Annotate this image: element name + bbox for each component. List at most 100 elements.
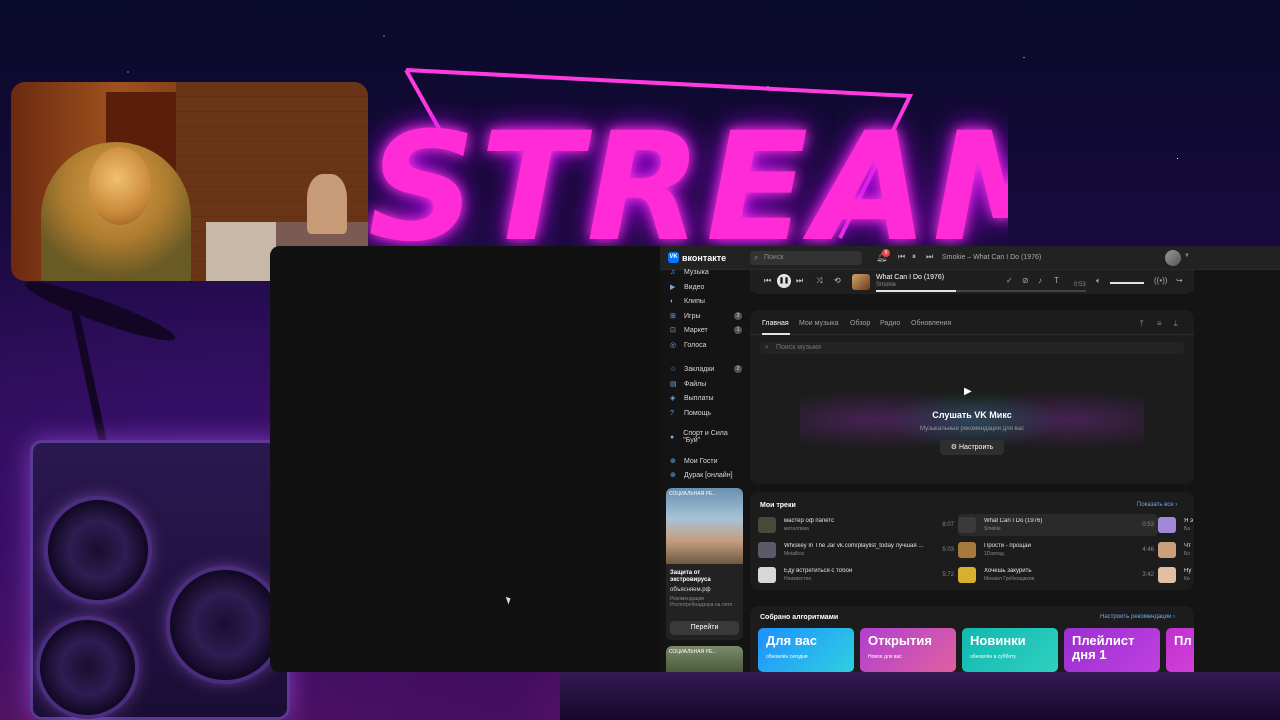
playlist-add-icon[interactable]: ≡ bbox=[1157, 319, 1162, 328]
ad-go-button[interactable]: Перейти bbox=[670, 621, 739, 635]
repeat-icon[interactable]: ⟲ bbox=[834, 276, 841, 285]
my-tracks-section: Мои треки Показать все › мастер оф папет… bbox=[750, 492, 1194, 590]
sidebar-item[interactable]: ◎ Голоса bbox=[670, 339, 707, 351]
sidebar-item[interactable]: ☆ Закладки bbox=[670, 363, 714, 375]
market-icon: ⊡ bbox=[670, 327, 676, 334]
track-artist[interactable]: Бо bbox=[1184, 551, 1190, 557]
track-artist[interactable]: Михаил Гребенщиков bbox=[984, 576, 1034, 582]
playlist-tile-title: Плейлист дня 1 bbox=[1072, 633, 1135, 662]
upload-icon[interactable]: ⤒ bbox=[1140, 319, 1144, 329]
track-row[interactable]: Чт Бо bbox=[1158, 539, 1194, 561]
share-icon[interactable]: ↪ bbox=[1176, 276, 1183, 285]
download-icon[interactable]: ⤓ bbox=[1174, 319, 1178, 329]
music-note-icon[interactable]: ♪ bbox=[1038, 276, 1042, 285]
configure-recommendations-link[interactable]: Настроить рекомендации › bbox=[1100, 614, 1175, 620]
track-duration: 0:53 bbox=[1142, 522, 1154, 528]
user-avatar[interactable] bbox=[1165, 250, 1181, 266]
sidebar-item[interactable]: ◐ Клипы bbox=[670, 295, 705, 307]
player-track-artist[interactable]: Smokie bbox=[876, 282, 896, 288]
playlist-tile[interactable]: Плейлист дня 1 bbox=[1064, 628, 1160, 672]
vk-mix-title[interactable]: Слушать VK Микс bbox=[750, 410, 1194, 420]
playlist-tile-subtitle: обновлён сегодня bbox=[766, 654, 808, 660]
tab-main[interactable]: Главная bbox=[762, 320, 789, 327]
broadcast-icon[interactable]: ((•)) bbox=[1154, 276, 1167, 285]
active-tab-indicator bbox=[762, 333, 790, 335]
lyrics-icon[interactable]: T bbox=[1054, 276, 1059, 285]
sidebar-item[interactable]: ⊡ Маркет bbox=[670, 324, 708, 336]
track-row[interactable]: Whiskey In The Jar vk.com/playlist_today… bbox=[758, 539, 958, 561]
sidebar-item[interactable]: ▶ Видео bbox=[670, 281, 704, 293]
volume-slider[interactable] bbox=[1110, 282, 1144, 284]
track-row[interactable]: Прости - прощай 1Doкпад 4:46 bbox=[958, 539, 1158, 561]
dislike-icon[interactable]: ⊘ bbox=[1022, 276, 1029, 285]
track-artist[interactable]: Metallica bbox=[784, 551, 804, 557]
track-artist[interactable]: Ки bbox=[1184, 576, 1190, 582]
vk-logo-icon: VK bbox=[668, 252, 679, 263]
track-row[interactable]: Хочешь закурить Михаил Гребенщиков 3:42 bbox=[958, 564, 1158, 586]
vk-logo[interactable]: VK вконтакте bbox=[668, 252, 726, 263]
track-artist[interactable]: 1Doкпад bbox=[984, 551, 1004, 557]
track-row[interactable]: Еду встретиться с тобой Неизвестен 5:72 bbox=[758, 564, 958, 586]
tab-radio[interactable]: Радио bbox=[880, 320, 900, 327]
prev-track-icon[interactable]: ⏮ bbox=[898, 252, 905, 262]
header-now-playing[interactable]: Smokie – What Can I Do (1976) bbox=[942, 254, 1041, 261]
playlist-tile[interactable]: Открытия Новое для вас bbox=[860, 628, 956, 672]
person-head bbox=[89, 147, 151, 225]
playlist-tile[interactable]: Для вас обновлён сегодня bbox=[758, 628, 854, 672]
track-artist[interactable]: металлика bbox=[784, 526, 809, 532]
track-title: мастер оф папетс bbox=[784, 518, 835, 524]
next-track-icon[interactable]: ⏭ bbox=[926, 252, 933, 262]
add-check-icon[interactable]: ✓ bbox=[1006, 276, 1013, 285]
ad-title: Защита от экстровируса bbox=[670, 570, 711, 583]
track-artist[interactable]: Smokie bbox=[984, 526, 1001, 532]
sidebar-item[interactable]: ◈ Выплаты bbox=[670, 392, 714, 404]
tab-updates[interactable]: Обновления bbox=[911, 320, 951, 327]
track-row[interactable]: мастер оф папетс металлика 8:07 bbox=[758, 514, 958, 536]
track-row[interactable]: What Can I Do (1976) Smokie 0:53 bbox=[958, 514, 1158, 536]
music-search-input[interactable]: ⌕ Поиск музыки bbox=[760, 342, 1184, 354]
pause-button[interactable]: ❚❚ bbox=[777, 274, 791, 288]
ad-tag: СОЦИАЛЬНАЯ РЕ... bbox=[669, 491, 717, 497]
ad-banner-second[interactable]: СОЦИАЛЬНАЯ РЕ... bbox=[666, 646, 743, 672]
games-icon: ⊞ bbox=[670, 313, 676, 320]
volume-icon[interactable]: 🔈︎ bbox=[1096, 276, 1101, 286]
sidebar-item-label: Маркет bbox=[684, 326, 708, 334]
sidebar-item[interactable]: ▤ Файлы bbox=[670, 378, 706, 390]
pause-icon[interactable]: ⏸ bbox=[912, 252, 916, 262]
prev-track-icon[interactable]: ⏮ bbox=[764, 276, 771, 286]
playlist-tile-subtitle: обновлён в субботу bbox=[970, 654, 1016, 660]
search-placeholder: Поиск bbox=[764, 254, 784, 261]
sidebar-item[interactable]: ⊕ Мои Гости bbox=[670, 455, 718, 467]
sidebar-item[interactable]: ♫ Музыка bbox=[670, 266, 709, 278]
chevron-down-icon[interactable]: ▼ bbox=[1184, 253, 1190, 259]
playlist-tile[interactable]: Новинки обновлён в субботу bbox=[962, 628, 1058, 672]
sidebar-item[interactable]: ? Помощь bbox=[670, 407, 711, 419]
play-icon[interactable]: ▶ bbox=[964, 386, 972, 397]
stream-banner-text: STREAM bbox=[368, 101, 1008, 248]
track-row[interactable]: Я э Ба bbox=[1158, 514, 1194, 536]
playlist-tile[interactable]: Пл дн bbox=[1166, 628, 1194, 672]
speaker-graphic bbox=[40, 620, 135, 715]
show-all-link[interactable]: Показать все › bbox=[1137, 502, 1177, 508]
track-artist[interactable]: Ба bbox=[1184, 526, 1190, 532]
progress-bar[interactable] bbox=[876, 290, 1086, 292]
tab-my-music[interactable]: Мои музыка bbox=[799, 320, 838, 327]
track-row[interactable]: Ну Ки bbox=[1158, 564, 1194, 586]
ad-banner[interactable]: СОЦИАЛЬНАЯ РЕ... Защита от экстровируса … bbox=[666, 488, 743, 640]
track-title: Чт bbox=[1184, 543, 1191, 549]
help-icon: ? bbox=[670, 409, 674, 417]
configure-mix-button[interactable]: ⚙ Настроить bbox=[940, 440, 1004, 455]
sidebar-item[interactable]: ● Спорт и Сила "Буй" bbox=[670, 430, 742, 444]
track-artist[interactable]: Неизвестен bbox=[784, 576, 811, 582]
sidebar-item[interactable]: ⊞ Игры bbox=[670, 310, 701, 322]
shuffle-icon[interactable]: ⤨ bbox=[816, 276, 822, 286]
configure-recommendations-label: Настроить рекомендации bbox=[1100, 614, 1172, 620]
search-input[interactable]: ⌕ Поиск bbox=[750, 251, 862, 265]
ad-tag-second: СОЦИАЛЬНАЯ РЕ... bbox=[669, 649, 717, 655]
next-track-icon[interactable]: ⏭ bbox=[796, 276, 803, 286]
sidebar-item[interactable]: ⊕ Дурак [онлайн] bbox=[670, 469, 733, 481]
sidebar-item-label: Клипы bbox=[684, 297, 705, 305]
tab-overview[interactable]: Обзор bbox=[850, 320, 870, 327]
track-duration: 5:03 bbox=[942, 547, 954, 553]
speaker-graphic bbox=[48, 500, 148, 600]
